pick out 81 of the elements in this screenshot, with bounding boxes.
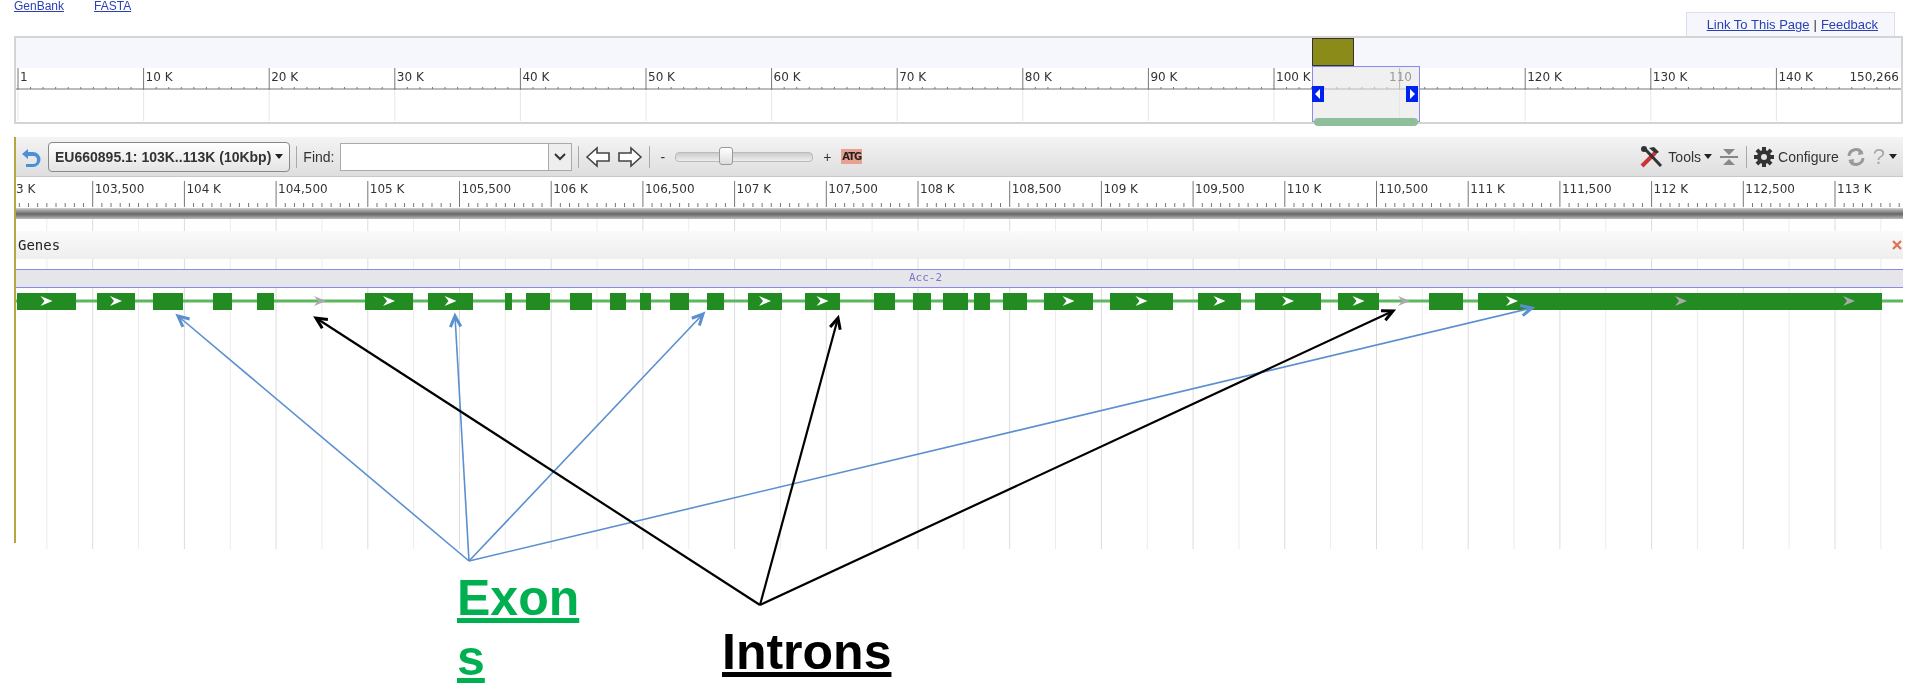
strand-arrow-icon: [1675, 296, 1687, 306]
feedback-link[interactable]: Feedback: [1820, 17, 1878, 32]
strand-arrow-icon: [1213, 296, 1226, 306]
strand-arrow-icon: [1398, 296, 1410, 306]
ruler-label: 105,500: [461, 182, 512, 196]
ruler-label: 40 K: [522, 70, 550, 84]
ruler-label: 113 K: [1837, 182, 1872, 196]
strand-arrow-icon: [1352, 296, 1365, 306]
link-to-page-link[interactable]: Link To This Page: [1706, 17, 1810, 32]
slider-thumb[interactable]: [719, 146, 734, 165]
ruler-label: 112 K: [1653, 182, 1689, 196]
ruler-label: 108,500: [1011, 182, 1062, 196]
ruler-label: 120 K: [1527, 70, 1562, 84]
strand-arrow-icon: [1282, 296, 1294, 306]
configure-button[interactable]: Configure: [1753, 145, 1839, 168]
find-field[interactable]: [340, 142, 573, 171]
find-label: Find:: [303, 148, 335, 165]
ruler-label: 130 K: [1652, 70, 1688, 84]
sequence-button[interactable]: ATG: [841, 149, 863, 164]
ruler-label: 103,500: [94, 182, 145, 196]
left-arrow-icon[interactable]: [585, 144, 612, 169]
ruler-label: 110: [1389, 70, 1412, 84]
strand-arrow-icon: [110, 296, 122, 306]
strand-arrow-icon: [1843, 296, 1855, 306]
ruler-label: 1: [20, 70, 28, 84]
ruler-label: 60 K: [773, 70, 801, 84]
ruler-label: 109 K: [1103, 182, 1138, 196]
ruler-label: 70 K: [899, 70, 927, 84]
ruler-label: 110,500: [1378, 182, 1429, 196]
ruler-label: 3 K: [16, 182, 36, 196]
ruler-label: 80 K: [1024, 70, 1052, 84]
caret-icon: [275, 154, 284, 159]
ruler-label: 106 K: [553, 182, 588, 196]
zoom-in-button[interactable]: +: [819, 148, 836, 165]
ruler-label: 100 K: [1276, 70, 1311, 84]
caret-icon: [1704, 154, 1713, 159]
right-arrow-icon[interactable]: [617, 144, 644, 169]
annotation-label: Exons: [457, 569, 581, 688]
location-dropdown[interactable]: EU660895.1: 103K..113K (10Kbp): [48, 141, 291, 172]
ruler-label: 50 K: [648, 70, 675, 84]
caret-icon: [1889, 154, 1897, 159]
gene-name: Acc-2: [909, 271, 943, 284]
strand-arrow-icon: [1062, 296, 1075, 306]
ruler-label: 30 K: [396, 70, 424, 84]
annotation-label: Introns: [722, 623, 892, 682]
ruler-label: 105 K: [369, 182, 405, 196]
ruler-label: 109,500: [1195, 182, 1245, 196]
header-link[interactable]: GenBank: [14, 0, 65, 12]
ruler-label: 108 K: [920, 182, 955, 196]
gear-icon: [1753, 145, 1776, 168]
ruler-label: 107 K: [736, 182, 772, 196]
track-label: Genes: [18, 237, 61, 253]
view-marker[interactable]: [1312, 38, 1354, 66]
ruler-label: 150,266: [1849, 70, 1899, 84]
ruler-label: 20 K: [271, 70, 299, 84]
strand-arrow-icon: [1506, 296, 1518, 306]
ruler-label: 104 K: [186, 182, 221, 196]
ruler-label: 110 K: [1286, 182, 1322, 196]
strand-arrow-icon: [314, 296, 326, 306]
header-link[interactable]: FASTA: [94, 0, 132, 12]
strand-arrow-icon: [444, 296, 457, 306]
ruler-label: 107,500: [828, 182, 878, 196]
ruler-label: 106,500: [644, 182, 695, 196]
tools-menu-button[interactable]: Tools: [1639, 144, 1713, 169]
ruler-label: 140 K: [1778, 70, 1813, 84]
gene-model-drawing[interactable]: [16, 291, 1903, 311]
close-icon[interactable]: [1892, 240, 1902, 250]
ruler-label: 112,500: [1745, 182, 1795, 196]
strand-arrow-icon: [40, 296, 53, 306]
ruler-label: 111,500: [1561, 182, 1612, 196]
ruler-label: 111 K: [1470, 182, 1505, 196]
strand-arrow-icon: [1135, 296, 1148, 306]
zoom-out-button[interactable]: -: [656, 148, 670, 165]
ruler-label: 104,500: [278, 182, 328, 196]
strand-arrow-icon: [383, 296, 395, 306]
link-separator: |: [1813, 17, 1817, 32]
strand-arrow-icon: [759, 296, 771, 306]
ruler-label: 90 K: [1150, 70, 1178, 84]
strand-arrow-icon: [816, 296, 829, 306]
chevron-down-icon[interactable]: [554, 152, 567, 161]
ruler-label: 10 K: [145, 70, 173, 84]
